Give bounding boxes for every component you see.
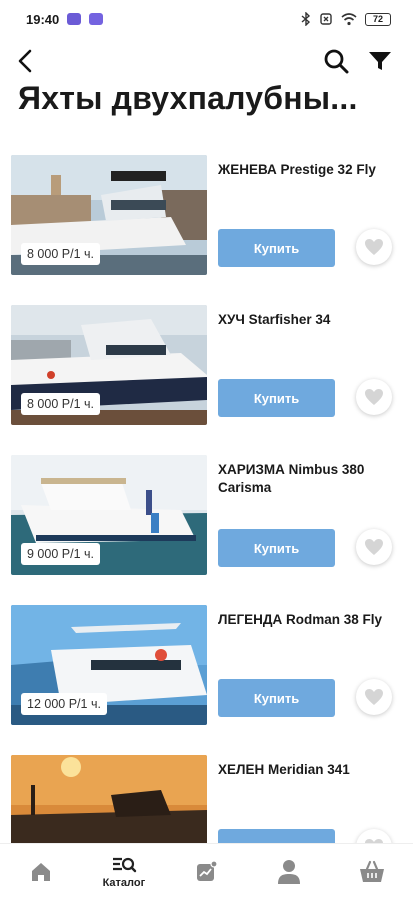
user-icon — [278, 860, 301, 884]
basket-icon — [359, 860, 384, 882]
chevron-left-icon — [18, 49, 32, 73]
list-item[interactable]: 8 000 Р/1 ч. ЖЕНЕВА Prestige 32 Fly Купи… — [0, 155, 413, 277]
nav-profile[interactable] — [248, 844, 331, 900]
heart-icon — [365, 239, 383, 255]
catalog-search-icon — [112, 857, 137, 873]
yacht-title[interactable]: ХЕЛЕН Meridian 341 — [218, 761, 398, 779]
nav-catalog-label: Каталог — [102, 877, 146, 889]
filter-button[interactable] — [365, 46, 395, 76]
notification-app-icon — [67, 13, 82, 25]
price-tag: 8 000 Р/1 ч. — [21, 393, 100, 415]
filter-icon — [369, 52, 391, 70]
home-icon — [32, 863, 51, 881]
status-right: 72 — [301, 12, 391, 26]
nav-home[interactable] — [0, 844, 83, 900]
favorite-button[interactable] — [356, 679, 392, 715]
yacht-title[interactable]: ХУЧ Starfisher 34 — [218, 311, 398, 329]
status-bar: 19:40 72 — [0, 0, 413, 38]
price-tag: 9 000 Р/1 ч. — [21, 543, 100, 565]
list-item[interactable]: 12 000 Р/1 ч. ЛЕГЕНДА Rodman 38 Fly Купи… — [0, 605, 413, 727]
page-title: Яхты двухпалубны... — [18, 80, 358, 116]
list-item[interactable]: 8 000 Р/1 ч. ХУЧ Starfisher 34 Купить — [0, 305, 413, 427]
notification-app-icon-2 — [89, 13, 104, 25]
heart-icon — [365, 689, 383, 705]
favorite-button[interactable] — [356, 229, 392, 265]
yacht-title[interactable]: ХАРИЗМА Nimbus 380 Carisma — [218, 461, 398, 497]
wifi-icon — [341, 12, 357, 25]
favorite-button[interactable] — [356, 529, 392, 565]
nav-cart[interactable] — [330, 844, 413, 900]
buy-button[interactable]: Купить — [218, 679, 335, 717]
battery-icon: 72 — [365, 12, 391, 26]
yacht-photo[interactable]: 12 000 Р/1 ч. — [11, 605, 207, 725]
top-bar — [0, 44, 413, 80]
search-icon — [324, 49, 349, 74]
list-item[interactable]: 9 000 Р/1 ч. ХАРИЗМА Nimbus 380 Carisma … — [0, 455, 413, 577]
sim-off-icon — [320, 13, 332, 25]
yacht-title[interactable]: ЖЕНЕВА Prestige 32 Fly — [218, 161, 398, 179]
price-tag: 12 000 Р/1 ч. — [21, 693, 107, 715]
nav-stats[interactable] — [165, 844, 248, 900]
heart-icon — [365, 539, 383, 555]
chart-card-icon — [197, 860, 219, 881]
buy-button[interactable]: Купить — [218, 229, 335, 267]
buy-button[interactable]: Купить — [218, 379, 335, 417]
status-time: 19:40 — [26, 11, 60, 27]
buy-button[interactable]: Купить — [218, 529, 335, 567]
yacht-photo[interactable]: 9 000 Р/1 ч. — [11, 455, 207, 575]
search-button[interactable] — [321, 46, 351, 76]
yacht-title[interactable]: ЛЕГЕНДА Rodman 38 Fly — [218, 611, 398, 629]
heart-icon — [365, 389, 383, 405]
status-left: 19:40 — [26, 11, 104, 27]
back-button[interactable] — [12, 46, 38, 76]
battery-level: 72 — [372, 14, 383, 24]
favorite-button[interactable] — [356, 379, 392, 415]
yacht-photo[interactable]: 8 000 Р/1 ч. — [11, 155, 207, 275]
price-tag: 8 000 Р/1 ч. — [21, 243, 100, 265]
bottom-nav: Каталог — [0, 843, 413, 900]
bluetooth-icon — [301, 12, 311, 26]
nav-catalog[interactable]: Каталог — [83, 844, 166, 900]
yacht-photo[interactable]: 8 000 Р/1 ч. — [11, 305, 207, 425]
